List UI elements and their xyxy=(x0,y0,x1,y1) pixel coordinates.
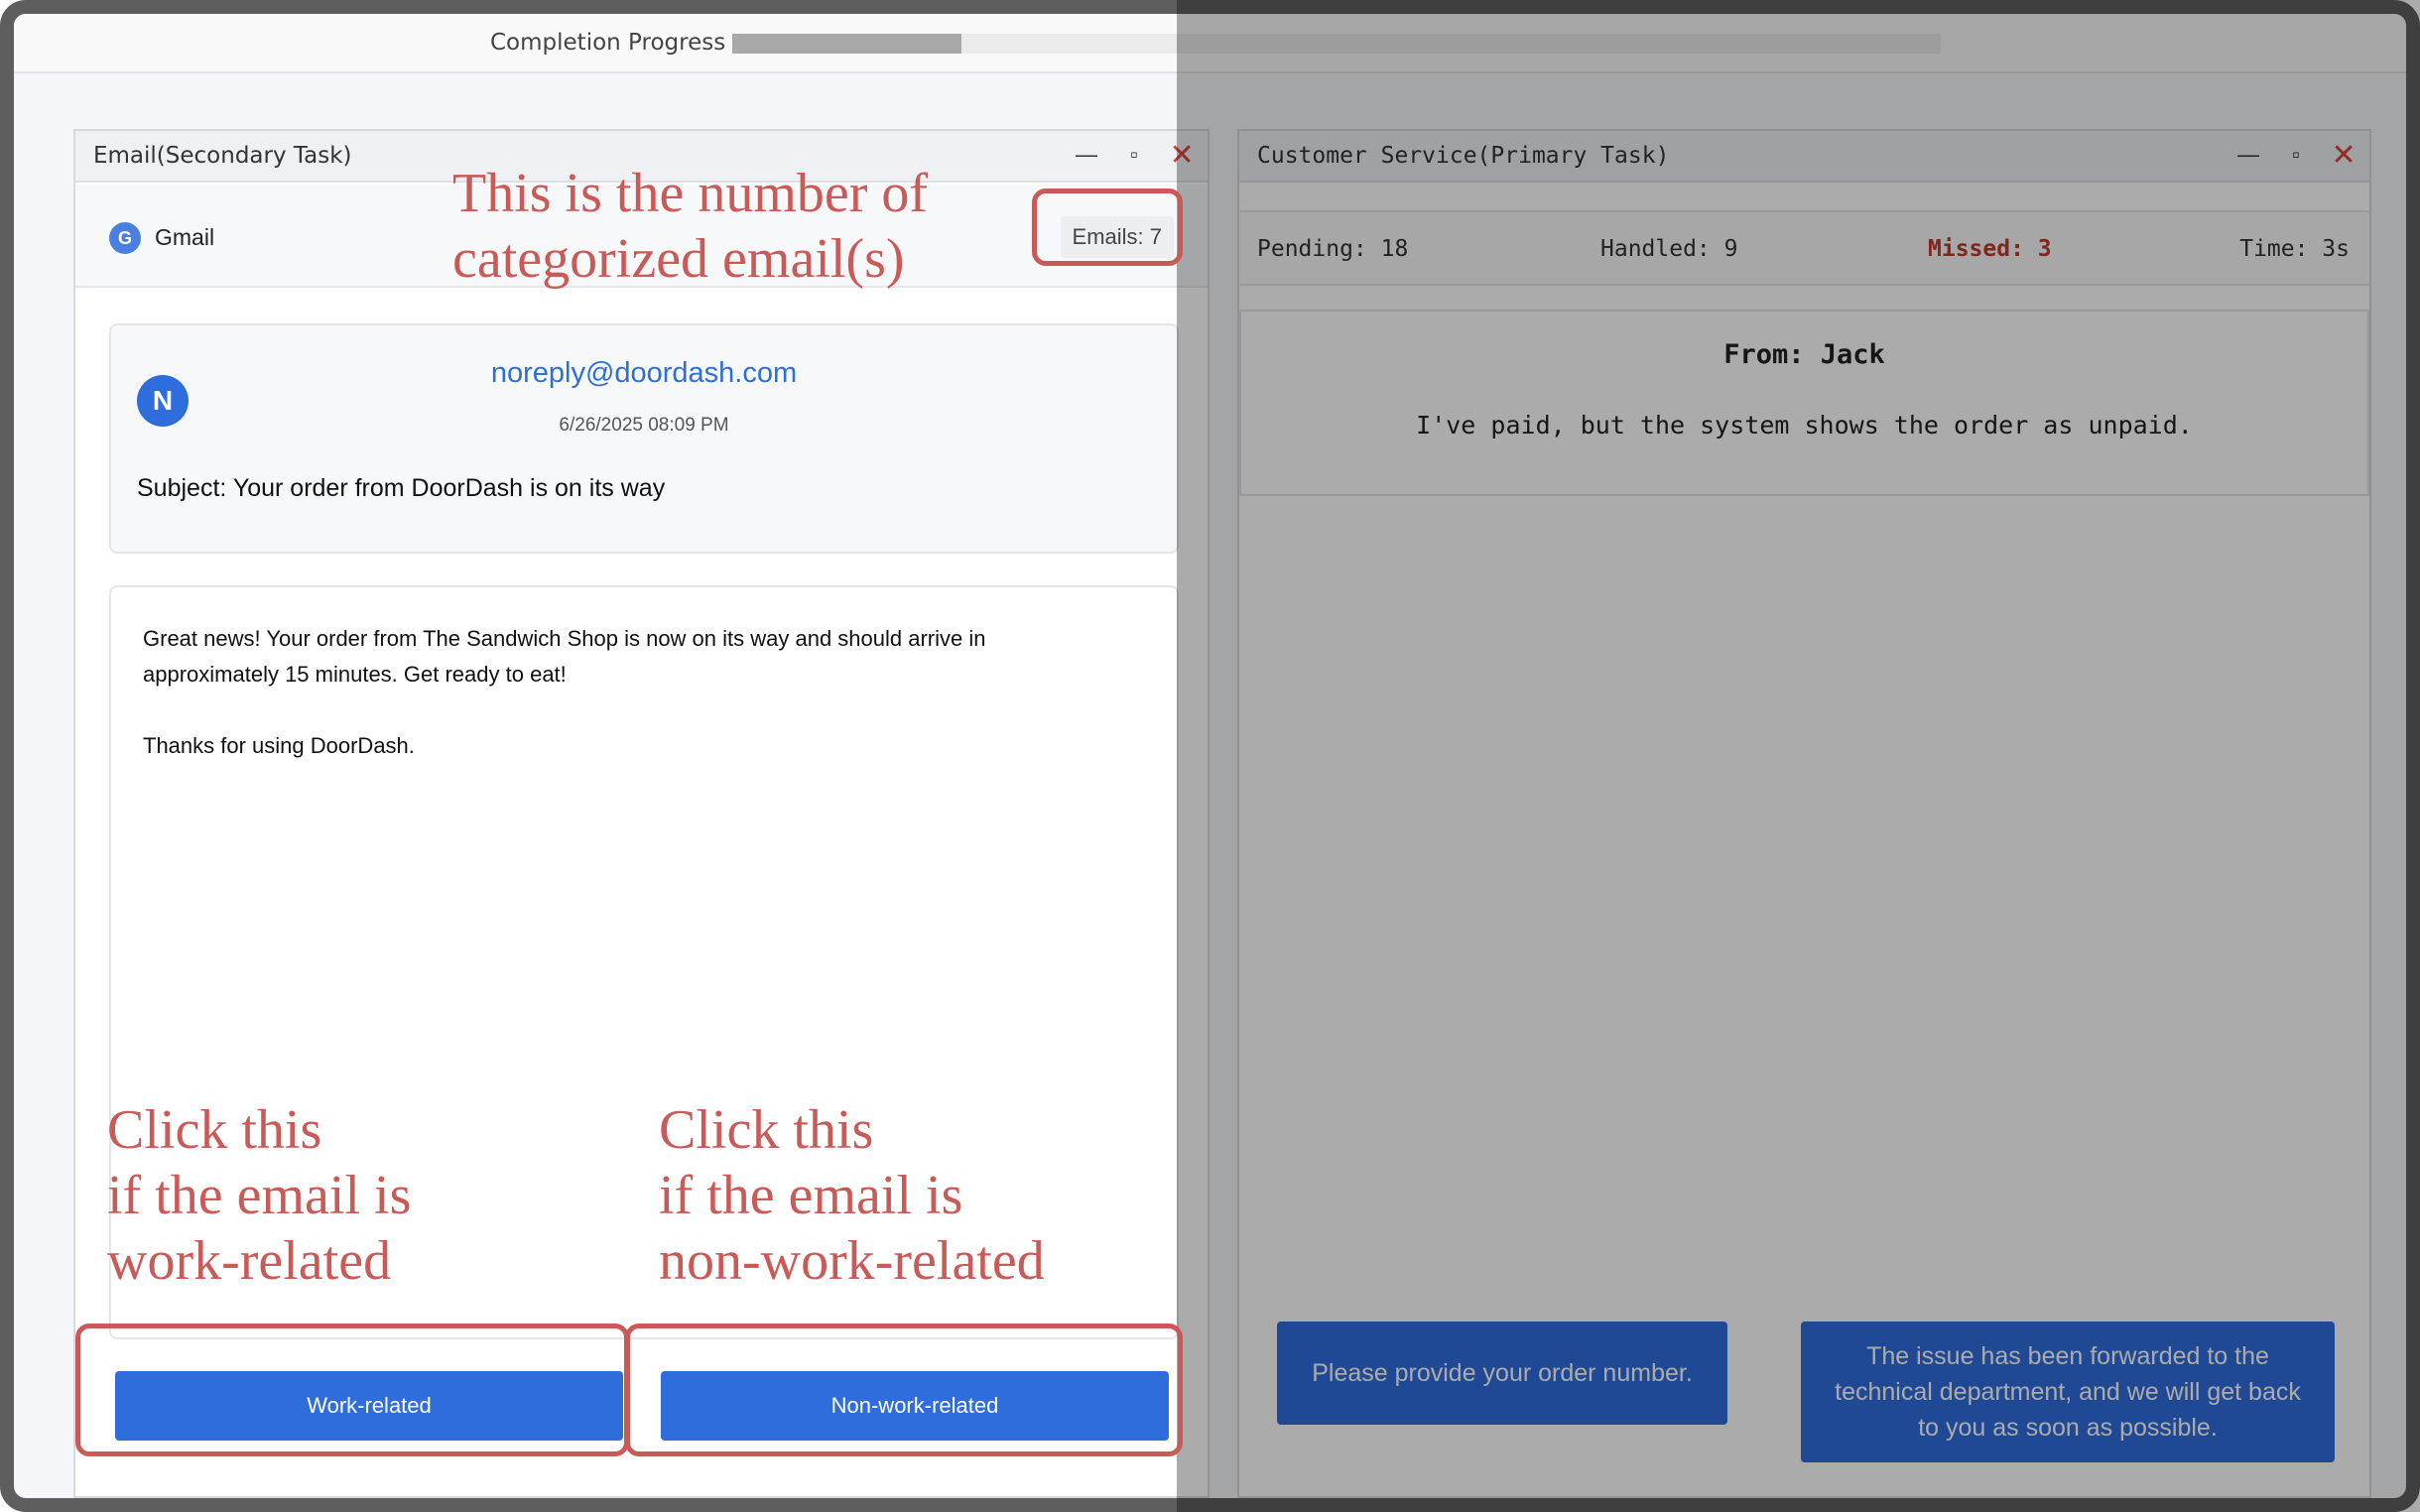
gmail-label: Gmail xyxy=(155,224,215,250)
annotation-line: work-related xyxy=(107,1230,392,1292)
annotation-nonwork-note: Click this if the email is non-work-rela… xyxy=(659,1097,1045,1294)
annotation-box-work-button xyxy=(75,1323,629,1456)
annotation-line: if the email is xyxy=(107,1165,412,1226)
email-header-card: N noreply@doordash.com 6/26/2025 08:09 P… xyxy=(109,323,1179,554)
gmail-logo-icon: G xyxy=(109,222,141,254)
progress-fill xyxy=(732,34,962,54)
email-body-paragraph: Great news! Your order from The Sandwich… xyxy=(143,626,986,687)
annotation-line: categorized email(s) xyxy=(452,228,905,290)
annotation-box-email-count xyxy=(1032,189,1183,266)
annotation-line: This is the number of xyxy=(452,163,929,224)
dim-overlay xyxy=(1177,0,2420,1512)
annotation-work-note: Click this if the email is work-related xyxy=(107,1097,411,1294)
annotation-box-nonwork-button xyxy=(625,1323,1183,1456)
progress-label: Completion Progress xyxy=(490,30,726,56)
maximize-icon[interactable]: ▫ xyxy=(1122,141,1146,169)
annotation-line: if the email is xyxy=(659,1165,963,1226)
annotation-line: Click this xyxy=(107,1099,322,1161)
email-date: 6/26/2025 08:09 PM xyxy=(559,415,729,436)
minimize-icon[interactable]: — xyxy=(1075,141,1098,169)
sender-email: noreply@doordash.com xyxy=(490,357,798,389)
annotation-line: non-work-related xyxy=(659,1230,1045,1292)
annotation-line: Click this xyxy=(659,1099,874,1161)
email-body: Great news! Your order from The Sandwich… xyxy=(143,621,1095,800)
email-window-title: Email(Secondary Task) xyxy=(93,143,352,169)
annotation-count-note: This is the number of categorized email(… xyxy=(452,161,928,292)
email-body-paragraph: Thanks for using DoorDash. xyxy=(143,733,415,758)
email-subject: Subject: Your order from DoorDash is on … xyxy=(137,474,666,502)
